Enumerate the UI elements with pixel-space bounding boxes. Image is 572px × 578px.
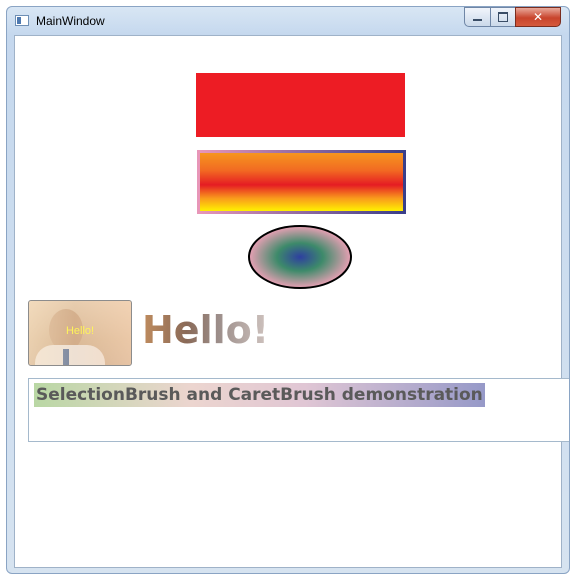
app-icon[interactable] <box>15 15 29 26</box>
red-rectangle <box>196 73 405 137</box>
title-bar[interactable]: MainWindow ✕ <box>7 7 569 35</box>
hello-gradient-text: Hello! <box>142 308 270 352</box>
client-area: Hello! Hello! SelectionBrush and CaretBr… <box>14 35 569 568</box>
selected-text[interactable]: SelectionBrush and CaretBrush demonstrat… <box>34 383 485 407</box>
image-button-label: Hello! <box>65 325 95 337</box>
minimize-icon <box>473 19 482 21</box>
gradient-rectangle <box>197 150 406 214</box>
close-icon: ✕ <box>532 10 544 24</box>
demo-textbox[interactable]: SelectionBrush and CaretBrush demonstrat… <box>28 378 569 442</box>
window-title: MainWindow <box>36 14 105 28</box>
maximize-button[interactable] <box>490 7 516 27</box>
close-button[interactable]: ✕ <box>515 7 561 27</box>
radial-gradient-ellipse <box>247 224 353 290</box>
image-brush-button[interactable]: Hello! <box>28 300 132 366</box>
minimize-button[interactable] <box>464 7 491 27</box>
maximize-icon <box>498 12 508 22</box>
main-window: MainWindow ✕ Hello! Hello! SelectionBrus… <box>6 6 570 574</box>
